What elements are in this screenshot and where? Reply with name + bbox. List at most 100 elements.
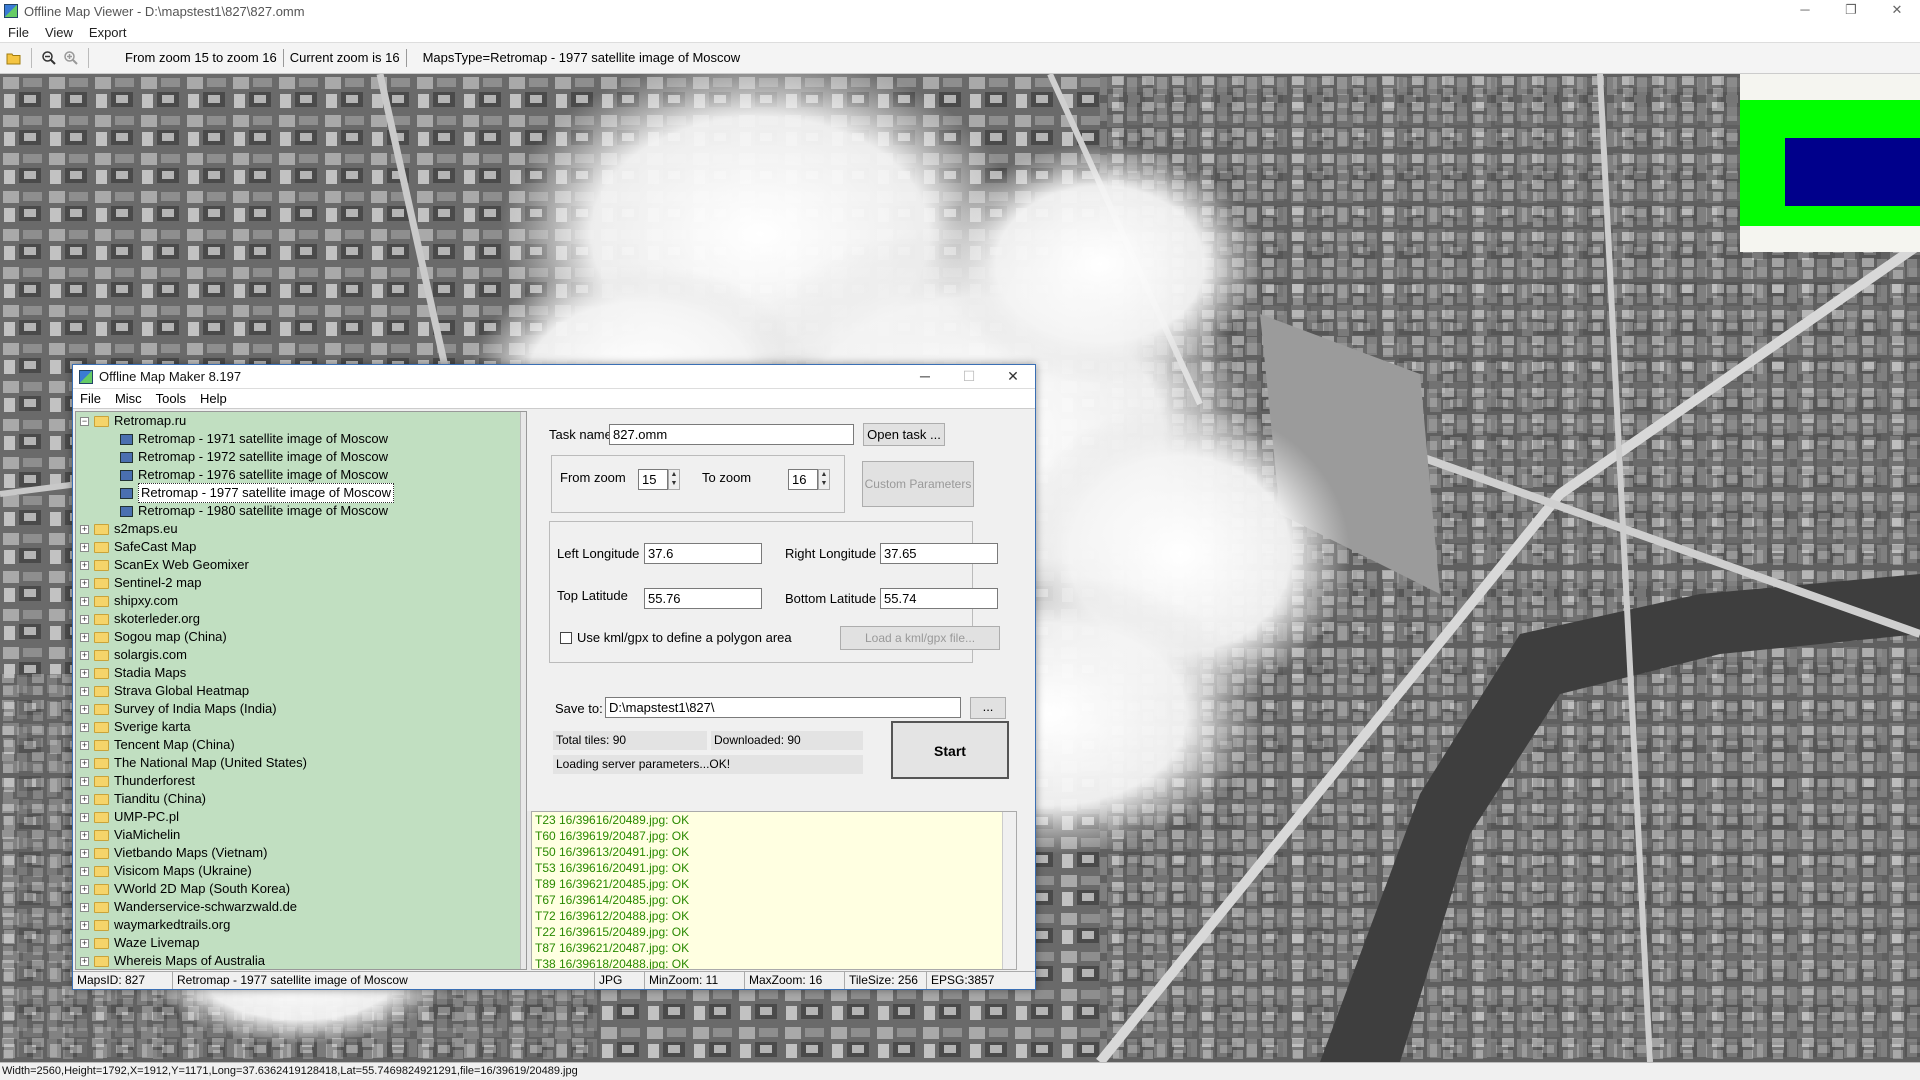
tree-node-provider[interactable]: + Whereis Maps of Australia bbox=[76, 952, 526, 969]
tree-leaf[interactable]: Retromap - 1980 satellite image of Mosco… bbox=[76, 502, 526, 520]
tree-node-provider[interactable]: + The National Map (United States) bbox=[76, 754, 526, 772]
tree-node-provider[interactable]: + Wanderservice-schwarzwald.de bbox=[76, 898, 526, 916]
menu-file[interactable]: File bbox=[0, 25, 37, 40]
tree-node-provider[interactable]: + Vietbando Maps (Vietnam) bbox=[76, 844, 526, 862]
expand-icon[interactable]: + bbox=[80, 524, 89, 534]
dialog-menu-misc[interactable]: Misc bbox=[108, 391, 149, 406]
tree-leaf[interactable]: Retromap - 1972 satellite image of Mosco… bbox=[76, 448, 526, 466]
dialog-minimize-button[interactable]: ─ bbox=[903, 365, 947, 389]
overview-minimap[interactable] bbox=[1740, 74, 1920, 252]
top-latitude-input[interactable]: 55.76 bbox=[644, 588, 762, 609]
dialog-menu-tools[interactable]: Tools bbox=[149, 391, 193, 406]
expand-icon[interactable]: + bbox=[80, 704, 89, 714]
task-name-input[interactable]: 827.omm bbox=[609, 424, 854, 445]
expand-icon[interactable]: + bbox=[80, 668, 89, 678]
dialog-menu-help[interactable]: Help bbox=[193, 391, 234, 406]
tree-node-retromap[interactable]: − Retromap.ru bbox=[76, 412, 526, 430]
dialog-maximize-button[interactable]: ☐ bbox=[947, 365, 991, 389]
zoom-in-icon[interactable] bbox=[60, 47, 82, 69]
tree-node-provider[interactable]: + Tianditu (China) bbox=[76, 790, 526, 808]
tree-node-provider[interactable]: + Sverige karta bbox=[76, 718, 526, 736]
expand-icon[interactable]: + bbox=[80, 866, 89, 876]
expand-icon[interactable]: + bbox=[80, 848, 89, 858]
tree-node-provider[interactable]: + solargis.com bbox=[76, 646, 526, 664]
expand-icon[interactable]: + bbox=[80, 632, 89, 642]
folder-icon bbox=[94, 721, 109, 733]
tree-leaf[interactable]: Retromap - 1976 satellite image of Mosco… bbox=[76, 466, 526, 484]
bottom-latitude-input[interactable]: 55.74 bbox=[880, 588, 998, 609]
expand-icon[interactable]: + bbox=[80, 542, 89, 552]
minimize-button[interactable]: ─ bbox=[1782, 0, 1828, 22]
dialog-menu-file[interactable]: File bbox=[73, 391, 108, 406]
tree-node-provider[interactable]: + ViaMichelin bbox=[76, 826, 526, 844]
browse-button[interactable]: ... bbox=[970, 697, 1006, 719]
dialog-close-button[interactable]: ✕ bbox=[991, 365, 1035, 389]
expand-icon[interactable]: + bbox=[80, 920, 89, 930]
expand-icon[interactable]: + bbox=[80, 686, 89, 696]
open-folder-icon[interactable] bbox=[3, 47, 25, 69]
tree-node-provider[interactable]: + SafeCast Map bbox=[76, 538, 526, 556]
save-to-input[interactable]: D:\mapstest1\827\ bbox=[605, 697, 961, 718]
tree-node-provider[interactable]: + VWorld 2D Map (South Korea) bbox=[76, 880, 526, 898]
toolbar: From zoom 15 to zoom 16 Current zoom is … bbox=[0, 42, 1920, 74]
menu-view[interactable]: View bbox=[37, 25, 81, 40]
tree-node-provider[interactable]: + s2maps.eu bbox=[76, 520, 526, 538]
tree-scrollbar[interactable] bbox=[520, 412, 526, 969]
tree-node-provider[interactable]: + Sentinel-2 map bbox=[76, 574, 526, 592]
load-kml-button[interactable]: Load a kml/gpx file... bbox=[840, 626, 1000, 650]
tree-node-provider[interactable]: + Tencent Map (China) bbox=[76, 736, 526, 754]
close-button[interactable]: ✕ bbox=[1874, 0, 1920, 22]
tree-node-provider[interactable]: + skoterleder.org bbox=[76, 610, 526, 628]
left-longitude-input[interactable]: 37.6 bbox=[644, 543, 762, 564]
expand-icon[interactable]: + bbox=[80, 794, 89, 804]
expand-icon[interactable]: + bbox=[80, 884, 89, 894]
tree-leaf-selected[interactable]: Retromap - 1977 satellite image of Mosco… bbox=[76, 483, 526, 503]
expand-icon[interactable]: + bbox=[80, 650, 89, 660]
tree-node-provider[interactable]: + waymarkedtrails.org bbox=[76, 916, 526, 934]
use-kml-checkbox[interactable] bbox=[560, 632, 572, 644]
expand-icon[interactable]: + bbox=[80, 740, 89, 750]
folder-icon bbox=[94, 649, 109, 661]
expand-icon[interactable]: + bbox=[80, 956, 89, 966]
expand-icon[interactable]: + bbox=[80, 596, 89, 606]
expand-icon[interactable]: + bbox=[80, 830, 89, 840]
expand-icon[interactable]: + bbox=[80, 938, 89, 948]
collapse-icon[interactable]: − bbox=[80, 416, 89, 426]
tree-node-provider[interactable]: + Stadia Maps bbox=[76, 664, 526, 682]
minimap-viewport[interactable] bbox=[1785, 138, 1920, 206]
expand-icon[interactable]: + bbox=[80, 758, 89, 768]
tree-node-provider[interactable]: + Thunderforest bbox=[76, 772, 526, 790]
tree-node-provider[interactable]: + Sogou map (China) bbox=[76, 628, 526, 646]
to-zoom-input[interactable]: 16 bbox=[788, 469, 818, 490]
expand-icon[interactable]: + bbox=[80, 560, 89, 570]
zoom-out-icon[interactable] bbox=[38, 47, 60, 69]
tree-node-provider[interactable]: + Strava Global Heatmap bbox=[76, 682, 526, 700]
from-zoom-stepper[interactable]: ▲ ▼ bbox=[668, 469, 680, 490]
log-scrollbar[interactable] bbox=[1002, 812, 1016, 969]
tree-node-provider[interactable]: + ScanEx Web Geomixer bbox=[76, 556, 526, 574]
from-zoom-input[interactable]: 15 bbox=[638, 469, 668, 490]
dialog-menubar: File Misc Tools Help bbox=[73, 389, 1035, 409]
expand-icon[interactable]: + bbox=[80, 902, 89, 912]
tree-node-provider[interactable]: + Survey of India Maps (India) bbox=[76, 700, 526, 718]
map-provider-tree[interactable]: − Retromap.ru Retromap - 1971 satellite … bbox=[75, 411, 527, 970]
maximize-button[interactable]: ❐ bbox=[1828, 0, 1874, 22]
tree-node-provider[interactable]: + Visicom Maps (Ukraine) bbox=[76, 862, 526, 880]
app-icon bbox=[4, 4, 18, 18]
menu-export[interactable]: Export bbox=[81, 25, 135, 40]
expand-icon[interactable]: + bbox=[80, 614, 89, 624]
right-longitude-input[interactable]: 37.65 bbox=[880, 543, 998, 564]
tree-node-provider[interactable]: + UMP-PC.pl bbox=[76, 808, 526, 826]
tree-node-provider[interactable]: + shipxy.com bbox=[76, 592, 526, 610]
expand-icon[interactable]: + bbox=[80, 776, 89, 786]
expand-icon[interactable]: + bbox=[80, 812, 89, 822]
status-text: Loading server parameters...OK! bbox=[553, 755, 863, 774]
tree-leaf[interactable]: Retromap - 1971 satellite image of Mosco… bbox=[76, 430, 526, 448]
tree-node-provider[interactable]: + Waze Livemap bbox=[76, 934, 526, 952]
to-zoom-stepper[interactable]: ▲ ▼ bbox=[818, 469, 830, 490]
custom-parameters-button[interactable]: Custom Parameters bbox=[862, 461, 974, 507]
expand-icon[interactable]: + bbox=[80, 578, 89, 588]
expand-icon[interactable]: + bbox=[80, 722, 89, 732]
open-task-button[interactable]: Open task ... bbox=[863, 423, 945, 446]
start-button[interactable]: Start bbox=[891, 721, 1009, 779]
